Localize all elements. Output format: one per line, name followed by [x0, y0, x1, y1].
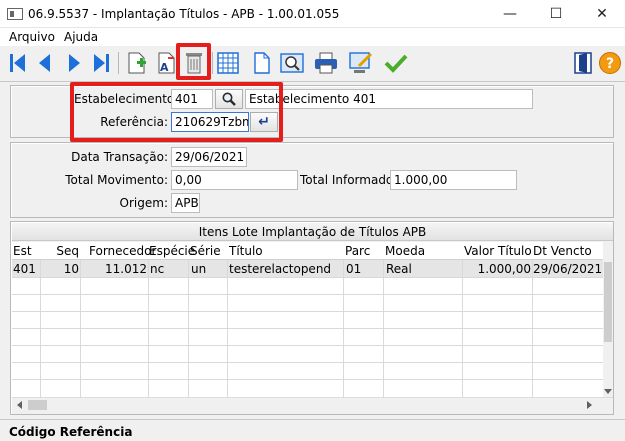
- cell-serie: un: [191, 262, 207, 276]
- minimize-button[interactable]: —: [487, 0, 533, 28]
- next-record-button[interactable]: [61, 50, 87, 76]
- title-bar: 06.9.5537 - Implantação Títulos - APB - …: [0, 0, 625, 28]
- toolbar-separator: [212, 52, 213, 74]
- help-button[interactable]: ?: [597, 50, 623, 76]
- vertical-scrollbar-thumb[interactable]: [604, 262, 612, 342]
- exit-button[interactable]: [571, 50, 597, 76]
- items-grid[interactable]: Est Seq Fornecedor Espécie Série Título …: [12, 242, 603, 397]
- column-header-fornecedor[interactable]: Fornecedor: [89, 242, 156, 260]
- cell-moeda: Real: [386, 262, 412, 276]
- column-header-moeda[interactable]: Moeda: [385, 242, 425, 260]
- first-icon: [10, 54, 25, 72]
- cell-titulo: testerelactopend: [229, 262, 332, 276]
- copy-document-icon: A: [158, 52, 175, 74]
- grid-row-divider: [12, 328, 603, 329]
- svg-text:A: A: [160, 61, 169, 74]
- confirm-button[interactable]: [383, 50, 409, 76]
- menu-ajuda[interactable]: Ajuda: [64, 30, 98, 44]
- table-row[interactable]: 401 10 11.012 nc un testerelactopend 01 …: [12, 260, 603, 277]
- search-zoom-icon: [280, 53, 304, 73]
- cell-parc: 01: [346, 262, 362, 276]
- vertical-scrollbar[interactable]: [603, 260, 613, 397]
- header-fields-highlight: [70, 82, 283, 142]
- status-text: Código Referência: [9, 425, 133, 439]
- column-header-valor-titulo[interactable]: Valor Título: [464, 242, 532, 260]
- new-record-button[interactable]: [124, 50, 150, 76]
- delete-button-highlight: [176, 43, 211, 80]
- zoom-search-button[interactable]: [279, 50, 305, 76]
- print-button[interactable]: [313, 50, 339, 76]
- spreadsheet-button[interactable]: [215, 50, 241, 76]
- document-button[interactable]: [249, 50, 275, 76]
- column-header-serie[interactable]: Série: [190, 242, 221, 260]
- first-record-button[interactable]: [5, 50, 31, 76]
- column-header-est[interactable]: Est: [13, 242, 32, 260]
- origem-label: Origem:: [119, 196, 168, 210]
- scroll-right-arrow-icon[interactable]: [587, 401, 593, 409]
- next-icon: [69, 54, 80, 72]
- menu-bar: Arquivo Ajuda: [0, 28, 625, 46]
- checkmark-icon: [384, 54, 408, 73]
- scroll-down-arrow-icon[interactable]: [604, 389, 612, 395]
- maximize-button[interactable]: ☐: [533, 0, 579, 28]
- blank-document-icon: [254, 52, 270, 74]
- column-header-parc[interactable]: Parc: [345, 242, 370, 260]
- origem-field[interactable]: APB: [171, 193, 200, 213]
- close-button[interactable]: ✕: [579, 0, 625, 28]
- edit-pen-icon: [349, 52, 373, 73]
- column-header-seq[interactable]: Seq: [41, 242, 79, 260]
- prev-icon: [39, 54, 50, 72]
- menu-arquivo[interactable]: Arquivo: [9, 30, 55, 44]
- copy-record-button[interactable]: A: [152, 50, 178, 76]
- exit-door-icon: [574, 52, 592, 74]
- estabelecimento-description: Estabelecimento 401: [245, 89, 533, 109]
- column-header-dt-vencto[interactable]: Dt Vencto: [533, 242, 592, 260]
- scroll-left-arrow-icon[interactable]: [16, 401, 22, 409]
- toolbar: A ?: [0, 43, 625, 82]
- total-movimento-field[interactable]: 0,00: [171, 170, 298, 190]
- total-movimento-label: Total Movimento:: [65, 173, 168, 187]
- data-transacao-field[interactable]: 29/06/2021: [171, 147, 247, 167]
- svg-text:?: ?: [606, 56, 614, 72]
- horizontal-scrollbar-thumb[interactable]: [28, 400, 47, 410]
- grid-row-divider: [12, 277, 603, 278]
- grid-title: Itens Lote Implantação de Títulos APB: [12, 223, 613, 241]
- grid-row-divider: [12, 311, 603, 312]
- cell-dt-vencto: 29/06/2021: [533, 262, 603, 276]
- new-document-icon: [128, 52, 146, 74]
- grid-row-divider: [12, 379, 603, 380]
- cell-valor-titulo: 1.000,00: [477, 262, 531, 276]
- column-header-titulo[interactable]: Título: [229, 242, 263, 260]
- edit-button[interactable]: [348, 50, 374, 76]
- previous-record-button[interactable]: [32, 50, 58, 76]
- app-window-icon: [7, 8, 23, 20]
- status-bar: Código Referência: [0, 419, 625, 441]
- cell-est: 401: [13, 262, 36, 276]
- cell-especie: nc: [150, 262, 165, 276]
- last-record-button[interactable]: [88, 50, 114, 76]
- print-icon: [315, 52, 337, 74]
- data-transacao-label: Data Transação:: [71, 150, 168, 164]
- cell-seq: 10: [63, 262, 79, 276]
- last-icon: [94, 54, 109, 72]
- help-icon: ?: [599, 52, 621, 74]
- grid-row-divider: [12, 362, 603, 363]
- toolbar-separator: [118, 52, 119, 74]
- horizontal-scrollbar[interactable]: [12, 397, 613, 412]
- grid-row-divider: [12, 345, 603, 346]
- spreadsheet-icon: [217, 52, 239, 74]
- total-informado-label: Total Informado:: [300, 173, 398, 187]
- column-header-especie[interactable]: Espécie: [149, 242, 195, 260]
- grid-row-divider: [12, 294, 603, 295]
- total-informado-field[interactable]: 1.000,00: [390, 170, 517, 190]
- cell-fornecedor: 11.012: [105, 262, 147, 276]
- window-title: 06.9.5537 - Implantação Títulos - APB - …: [28, 7, 340, 21]
